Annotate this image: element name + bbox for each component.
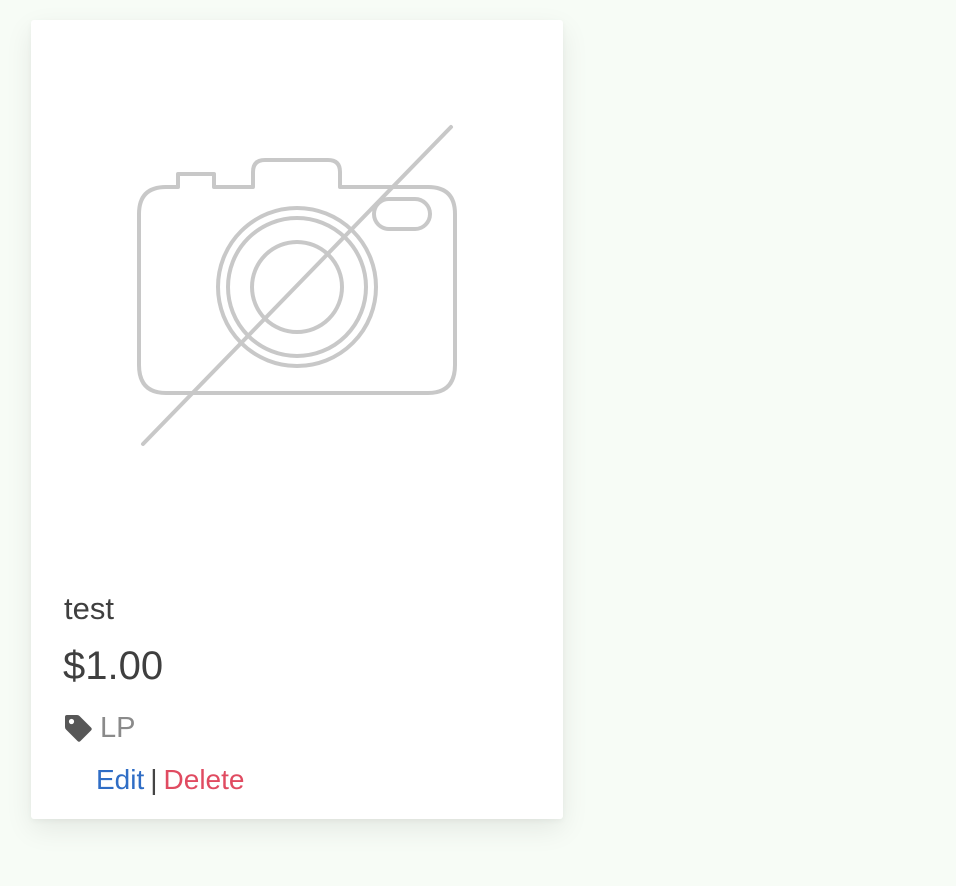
- product-image-placeholder: [31, 20, 563, 565]
- product-title: test: [64, 591, 114, 626]
- product-category: LP: [63, 710, 135, 746]
- delete-link[interactable]: Delete: [164, 764, 245, 795]
- tag-icon: [63, 713, 93, 743]
- product-price: $1.00: [63, 644, 164, 688]
- action-separator: |: [150, 764, 158, 795]
- product-card: test $1.00 LP Edit | Delete: [31, 20, 563, 819]
- edit-link[interactable]: Edit: [96, 764, 144, 795]
- no-image-camera-icon: [137, 125, 457, 446]
- product-actions: Edit | Delete: [96, 762, 244, 798]
- category-label: LP: [100, 712, 136, 744]
